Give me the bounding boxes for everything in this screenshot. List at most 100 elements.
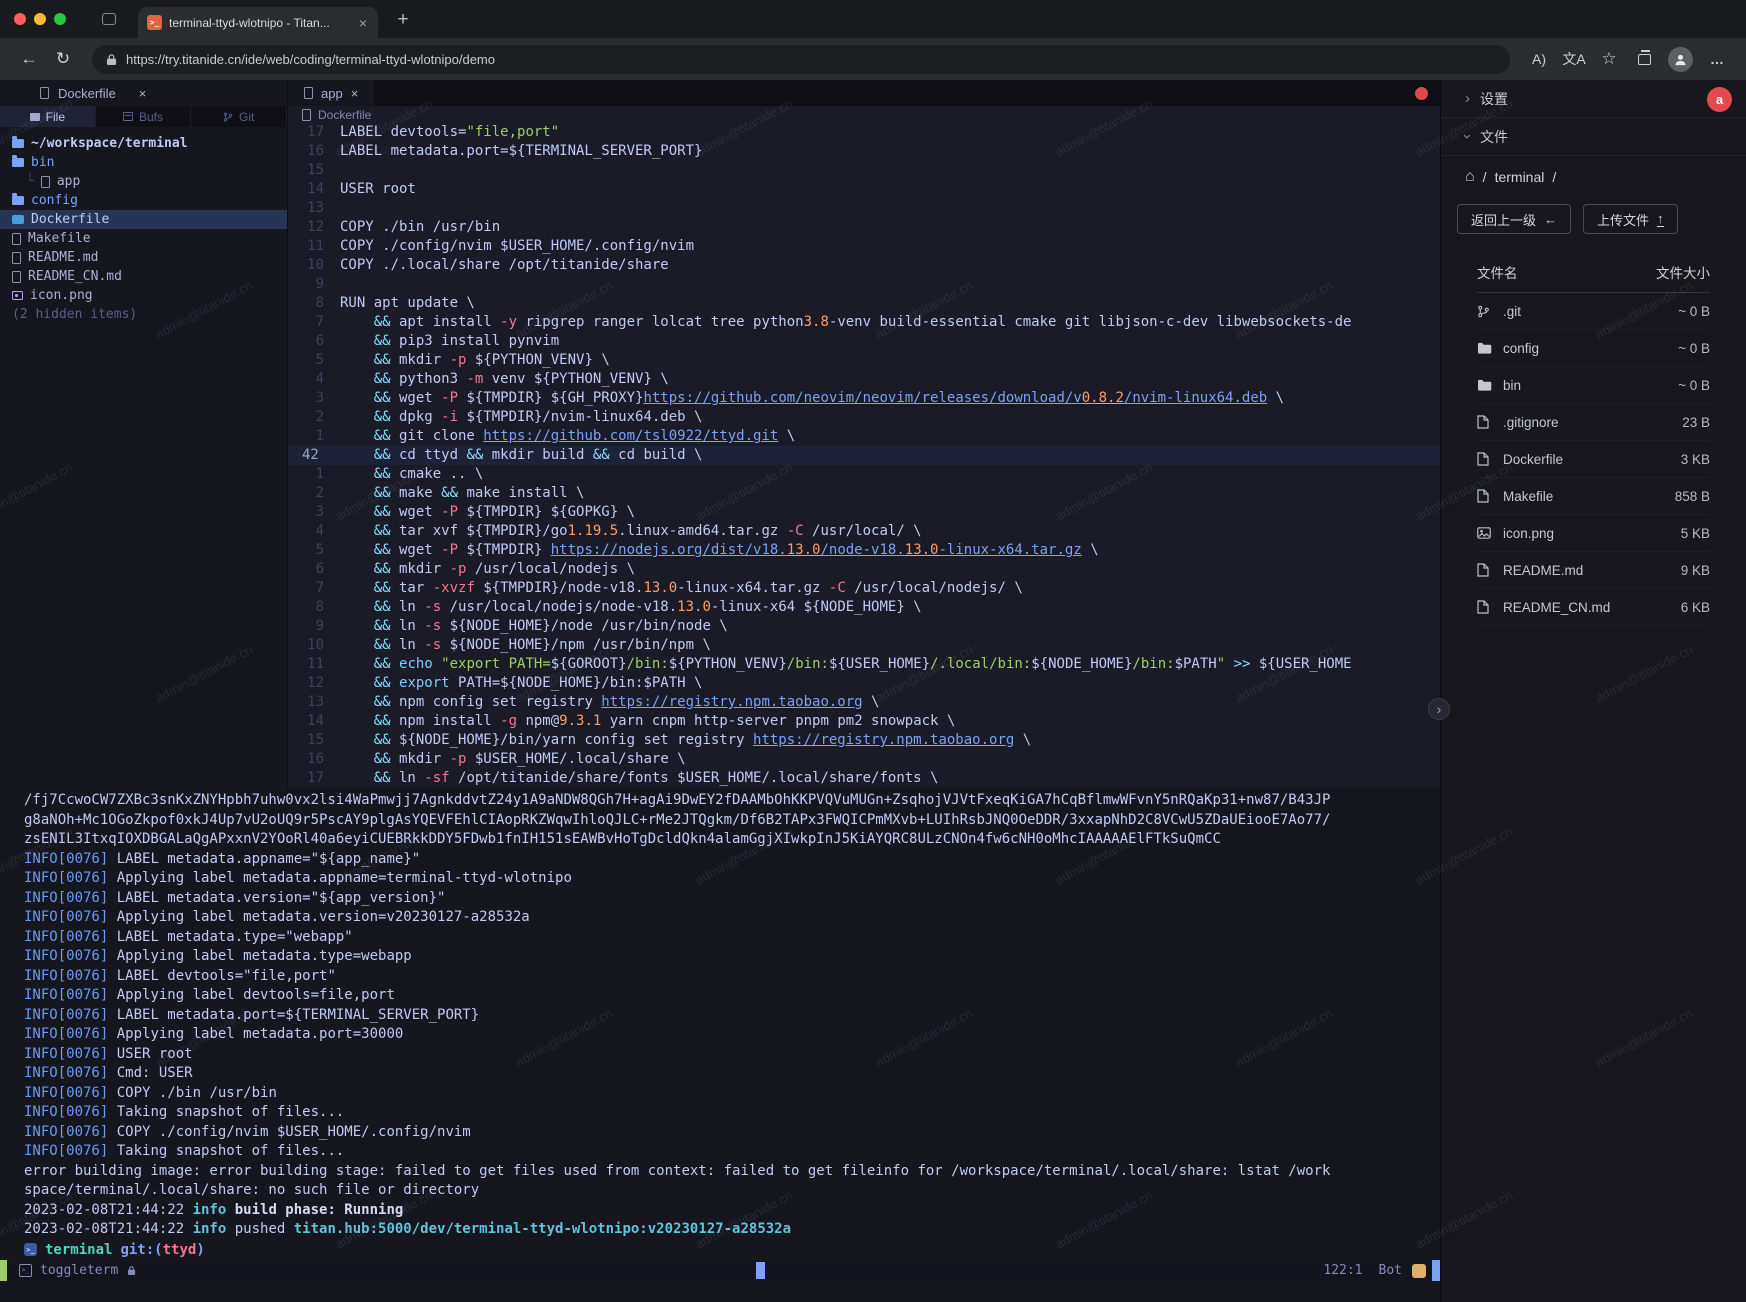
editor-code[interactable]: 17LABEL devtools="file,port"16LABEL meta… (288, 123, 1440, 788)
terminal-panel[interactable]: /fj7CcwoCW7ZXBc3snKxZNYHpbh7uhw0vx2lsi4W… (0, 788, 1440, 1260)
back-button[interactable]: ← (14, 45, 44, 73)
window-close-button[interactable] (14, 13, 26, 25)
explorer-tabs: File Bufs Git (0, 106, 287, 127)
editor-tab-close-icon[interactable]: × (351, 86, 359, 101)
buffer-close-icon[interactable]: × (139, 86, 147, 101)
file-row[interactable]: icon.png5 KB (1477, 515, 1710, 552)
editor-line: 15 && ${NODE_HOME}/bin/yarn config set r… (288, 731, 1440, 750)
address-bar[interactable]: https://try.titanide.cn/ide/web/coding/t… (92, 45, 1510, 74)
code-token (340, 732, 374, 748)
file-row[interactable]: Makefile858 B (1477, 478, 1710, 515)
code-token: COPY ./config/nvim $USER_HOME/.config/nv… (340, 238, 694, 254)
tree-item[interactable]: config (0, 191, 287, 210)
breadcrumb-label: Dockerfile (318, 108, 371, 122)
terminal-line: INFO[0076] Taking snapshot of files... (0, 1142, 1440, 1162)
tree-item[interactable]: └app (0, 172, 287, 191)
tree-item[interactable]: README.md (0, 248, 287, 267)
code-token: -y (500, 314, 517, 330)
url-text: https://try.titanide.cn/ide/web/coding/t… (126, 52, 495, 67)
file-row[interactable]: .gitignore23 B (1477, 404, 1710, 441)
tree-item[interactable]: bin (0, 153, 287, 172)
new-tab-button[interactable]: + (390, 7, 416, 33)
file-row[interactable]: config~ 0 B (1477, 330, 1710, 367)
tree-item[interactable]: icon.png (0, 286, 287, 305)
folder-icon (12, 158, 24, 167)
settings-section[interactable]: › 设置 (1441, 80, 1746, 118)
home-icon[interactable]: ⌂ (1465, 168, 1475, 186)
back-parent-button[interactable]: 返回上一级 ← (1457, 204, 1571, 234)
menu-icon[interactable]: … (1702, 45, 1732, 73)
file-row[interactable]: Dockerfile3 KB (1477, 441, 1710, 478)
tree-item[interactable]: Makefile (0, 229, 287, 248)
read-aloud-icon[interactable]: A) (1524, 45, 1554, 73)
code-token (391, 656, 399, 672)
file-tree[interactable]: ~/workspace/terminal bin└appconfigDocker… (0, 127, 287, 788)
file-row[interactable]: README_CN.md6 KB (1477, 589, 1710, 626)
translate-icon[interactable]: 文A (1559, 45, 1589, 73)
close-all-indicator[interactable] (1415, 87, 1428, 100)
breadcrumb-directory[interactable]: terminal (1495, 169, 1545, 185)
code-token: \ (863, 694, 880, 710)
code-token: apt install (391, 314, 501, 330)
window-minimize-button[interactable] (34, 13, 46, 25)
back-parent-label: 返回上一级 (1471, 210, 1536, 229)
code-text: && pip3 install pynvim (340, 332, 1440, 351)
line-number: 6 (288, 332, 340, 351)
collections-icon[interactable] (1629, 45, 1659, 73)
browser-tab[interactable]: >_ terminal-ttyd-wlotnipo - Titan... × (138, 7, 378, 38)
file-row[interactable]: bin~ 0 B (1477, 367, 1710, 404)
code-token: INFO[0076] (24, 1046, 108, 1062)
code-token: RUN apt update \ (340, 295, 475, 311)
code-token: make install \ (458, 485, 584, 501)
code-token: ${TMPDIR}/node-v18. (475, 580, 644, 596)
code-token: ${TMPDIR} ${GOPKG} \ (458, 504, 635, 520)
favorites-star-icon[interactable]: ☆ (1594, 45, 1624, 73)
code-token: Taking snapshot of files... (108, 1143, 344, 1159)
code-token (340, 314, 374, 330)
code-token: wget (391, 390, 442, 406)
code-token: INFO[0076] (24, 1143, 108, 1159)
editor-line: 7 && tar -xvzf ${TMPDIR}/node-v18.13.0-l… (288, 579, 1440, 598)
tree-item[interactable]: Dockerfile (0, 210, 287, 229)
tab-overview-icon[interactable] (102, 13, 116, 25)
window-zoom-button[interactable] (54, 13, 66, 25)
file-icon (1477, 489, 1494, 503)
code-token: space/terminal/.local/share: no such fil… (24, 1182, 479, 1198)
tree-item[interactable]: (2 hidden items) (0, 305, 287, 324)
panel-avatar[interactable]: a (1707, 87, 1732, 112)
tab-close-icon[interactable]: × (357, 16, 369, 30)
code-text: && cmake .. \ (340, 465, 1440, 484)
tree-root[interactable]: ~/workspace/terminal (0, 134, 287, 153)
code-token (340, 542, 374, 558)
explorer-tab-bufs[interactable]: Bufs (96, 106, 192, 127)
explorer-tab-git[interactable]: Git (191, 106, 287, 127)
code-token: COPY ./.local/share /opt/titanide/share (340, 257, 669, 273)
refresh-button[interactable]: ↻ (48, 45, 78, 73)
code-token: -linux-x64 ${NODE_HOME} \ (711, 599, 922, 615)
terminal-line: INFO[0076] Applying label metadata.port=… (0, 1025, 1440, 1045)
terminal-line: zsENIL3ItxqIOXDBGALaQgAPxxnV2YOoRl40a6ey… (0, 830, 1440, 850)
folder-icon (1477, 342, 1494, 355)
buffer-tab[interactable]: Dockerfile × (0, 80, 287, 106)
explorer-tab-file[interactable]: File (0, 106, 96, 127)
editor-tab-label: app (321, 86, 343, 101)
code-token: -p (450, 352, 467, 368)
file-row[interactable]: README.md9 KB (1477, 552, 1710, 589)
collapse-handle[interactable]: › (1428, 698, 1450, 720)
command-line[interactable] (0, 1281, 1440, 1302)
code-token: INFO[0076] (24, 987, 108, 1003)
editor-tab-app[interactable]: app × (288, 80, 374, 106)
tree-item[interactable]: README_CN.md (0, 267, 287, 286)
code-token: -p (450, 751, 467, 767)
code-token: wget (391, 504, 442, 520)
upload-file-button[interactable]: 上传文件 ↑ (1583, 204, 1678, 234)
files-section[interactable]: › 文件 (1441, 118, 1746, 156)
chevron-down-icon: › (1460, 134, 1475, 139)
code-token (340, 637, 374, 653)
code-token: npm config set registry (391, 694, 602, 710)
code-token: LABEL metadata.port=${TERMINAL_SERVER_PO… (340, 143, 702, 159)
code-text: && wget -P ${TMPDIR} ${GH_PROXY}https://… (340, 389, 1440, 408)
code-token: echo (399, 656, 433, 672)
profile-button[interactable] (1668, 47, 1693, 72)
file-row[interactable]: .git~ 0 B (1477, 293, 1710, 330)
